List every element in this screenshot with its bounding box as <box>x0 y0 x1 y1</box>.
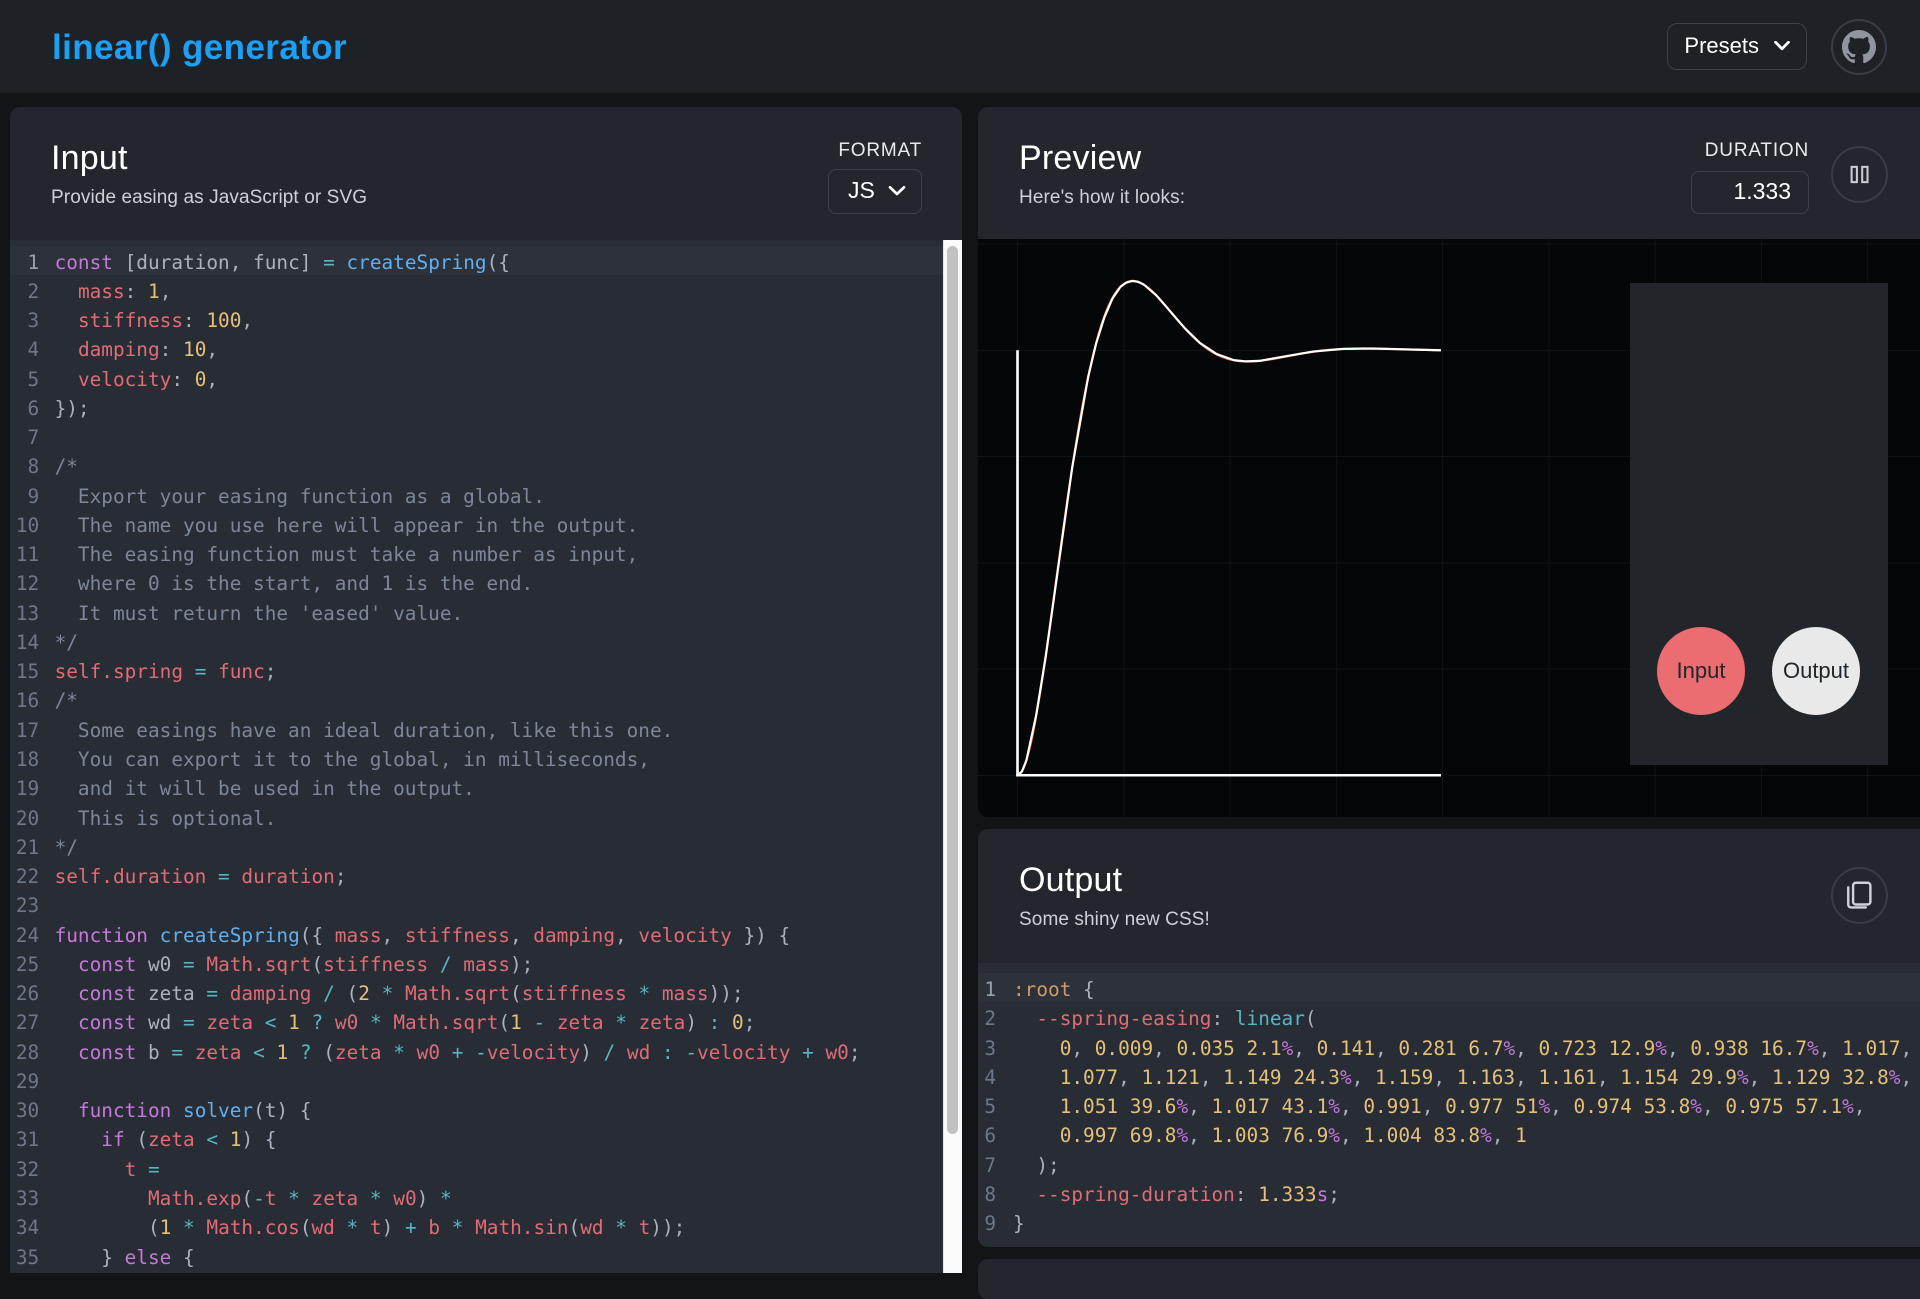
preview-panel: Preview Here's how it looks: DURATION In… <box>978 107 1920 817</box>
code-line[interactable]: 2 mass: 1, <box>10 275 962 304</box>
code-line[interactable]: 18 You can export it to the global, in m… <box>10 743 962 772</box>
github-icon <box>1842 30 1876 64</box>
preview-panel-subtitle: Here's how it looks: <box>1019 187 1185 209</box>
code-line[interactable]: 7 ); <box>978 1149 1920 1178</box>
code-line[interactable]: 22self.duration = duration; <box>10 860 962 889</box>
code-line[interactable]: 26 const zeta = damping / (2 * Math.sqrt… <box>10 977 962 1006</box>
code-line[interactable]: 32 t = <box>10 1153 962 1182</box>
code-line[interactable]: 1:root { <box>978 973 1920 1002</box>
right-column: Preview Here's how it looks: DURATION In… <box>978 107 1920 1299</box>
code-line[interactable]: 29 <box>10 1065 962 1094</box>
copy-icon <box>1833 867 1886 924</box>
code-line[interactable]: 15self.spring = func; <box>10 655 962 684</box>
input-code-editor[interactable]: 1const [duration, func] = createSpring({… <box>10 240 962 1273</box>
code-line[interactable]: 5 velocity: 0, <box>10 363 962 392</box>
code-line[interactable]: 11 The easing function must take a numbe… <box>10 538 962 567</box>
code-line[interactable]: 6 0.997 69.8%, 1.003 76.9%, 1.004 83.8%,… <box>978 1119 1920 1148</box>
code-line[interactable]: 25 const w0 = Math.sqrt(stiffness / mass… <box>10 948 962 977</box>
next-panel-strip <box>978 1259 1920 1299</box>
demo-input-ball: Input <box>1657 627 1745 715</box>
demo-output-label: Output <box>1783 658 1849 684</box>
demo-output-ball: Output <box>1772 627 1860 715</box>
code-line[interactable]: 12 where 0 is the start, and 1 is the en… <box>10 567 962 596</box>
code-line[interactable]: 14*/ <box>10 626 962 655</box>
format-select[interactable]: JS <box>828 169 922 214</box>
code-line[interactable]: 1const [duration, func] = createSpring({ <box>10 246 962 275</box>
input-code-lines: 1const [duration, func] = createSpring({… <box>10 246 962 1274</box>
input-panel-header: Input Provide easing as JavaScript or SV… <box>10 107 962 240</box>
code-line[interactable]: 4 damping: 10, <box>10 333 962 362</box>
output-panel-subtitle: Some shiny new CSS! <box>1019 909 1210 931</box>
code-line[interactable]: 8 --spring-duration: 1.333s; <box>978 1178 1920 1207</box>
input-panel-title: Input <box>51 139 128 178</box>
code-line[interactable]: 3 stiffness: 100, <box>10 304 962 333</box>
app-header: linear() generator Presets <box>0 0 1920 93</box>
code-line[interactable]: 9 Export your easing function as a globa… <box>10 480 962 509</box>
presets-button[interactable]: Presets <box>1667 23 1807 70</box>
code-line[interactable]: 30 function solver(t) { <box>10 1094 962 1123</box>
output-panel: Output Some shiny new CSS! 1:root {2 --s… <box>978 829 1920 1247</box>
output-code-lines: 1:root {2 --spring-easing: linear(3 0, 0… <box>978 973 1920 1236</box>
github-button[interactable] <box>1831 19 1887 75</box>
presets-button-label: Presets <box>1684 33 1759 59</box>
code-line[interactable]: 8/* <box>10 450 962 479</box>
output-code-editor[interactable]: 1:root {2 --spring-easing: linear(3 0, 0… <box>978 963 1920 1247</box>
code-line[interactable]: 20 This is optional. <box>10 802 962 831</box>
code-line[interactable]: 34 (1 * Math.cos(wd * t) + b * Math.sin(… <box>10 1211 962 1240</box>
format-label: FORMAT <box>838 140 922 162</box>
preview-graph: Input Output <box>978 239 1920 817</box>
input-editor-scrollbar[interactable] <box>943 240 963 1273</box>
code-line[interactable]: 7 <box>10 421 962 450</box>
copy-button[interactable] <box>1831 867 1888 924</box>
code-line[interactable]: 10 The name you use here will appear in … <box>10 509 962 538</box>
output-panel-header: Output Some shiny new CSS! <box>978 829 1920 963</box>
code-line[interactable]: 9} <box>978 1207 1920 1236</box>
code-line[interactable]: 4 1.077, 1.121, 1.149 24.3%, 1.159, 1.16… <box>978 1061 1920 1090</box>
preview-panel-header: Preview Here's how it looks: DURATION <box>978 107 1920 239</box>
code-line[interactable]: 23 <box>10 889 962 918</box>
header-actions: Presets <box>1667 19 1887 75</box>
code-line[interactable]: 13 It must return the 'eased' value. <box>10 597 962 626</box>
code-line[interactable]: 27 const wd = zeta < 1 ? w0 * Math.sqrt(… <box>10 1006 962 1035</box>
duration-label: DURATION <box>1705 140 1809 162</box>
main-content: Input Provide easing as JavaScript or SV… <box>10 107 1920 1299</box>
chevron-down-icon <box>888 186 906 196</box>
preview-demo-box: Input Output <box>1630 283 1888 765</box>
demo-input-label: Input <box>1677 658 1726 684</box>
chevron-down-icon <box>1774 41 1790 51</box>
code-line[interactable]: 19 and it will be used in the output. <box>10 772 962 801</box>
input-panel-subtitle: Provide easing as JavaScript or SVG <box>51 187 367 209</box>
code-line[interactable]: 3 0, 0.009, 0.035 2.1%, 0.141, 0.281 6.7… <box>978 1032 1920 1061</box>
input-panel: Input Provide easing as JavaScript or SV… <box>10 107 962 1273</box>
preview-panel-title: Preview <box>1019 139 1141 178</box>
output-panel-title: Output <box>1019 861 1122 900</box>
app-title: linear() generator <box>52 26 347 68</box>
pause-icon <box>1833 146 1886 203</box>
pause-button[interactable] <box>1831 146 1888 203</box>
scrollbar-thumb[interactable] <box>947 246 958 1134</box>
code-line[interactable]: 16/* <box>10 684 962 713</box>
code-line[interactable]: 2 --spring-easing: linear( <box>978 1002 1920 1031</box>
code-line[interactable]: 28 const b = zeta < 1 ? (zeta * w0 + -ve… <box>10 1036 962 1065</box>
code-line[interactable]: 35 } else { <box>10 1241 962 1270</box>
code-line[interactable]: 24function createSpring({ mass, stiffnes… <box>10 919 962 948</box>
code-line[interactable]: 33 Math.exp(-t * zeta * w0) * <box>10 1182 962 1211</box>
format-select-value: JS <box>848 177 875 204</box>
duration-input[interactable] <box>1691 171 1809 214</box>
code-line[interactable]: 31 if (zeta < 1) { <box>10 1123 962 1152</box>
code-line[interactable]: 21*/ <box>10 831 962 860</box>
code-line[interactable]: 6}); <box>10 392 962 421</box>
code-line[interactable]: 5 1.051 39.6%, 1.017 43.1%, 0.991, 0.977… <box>978 1090 1920 1119</box>
code-line[interactable]: 17 Some easings have an ideal duration, … <box>10 714 962 743</box>
